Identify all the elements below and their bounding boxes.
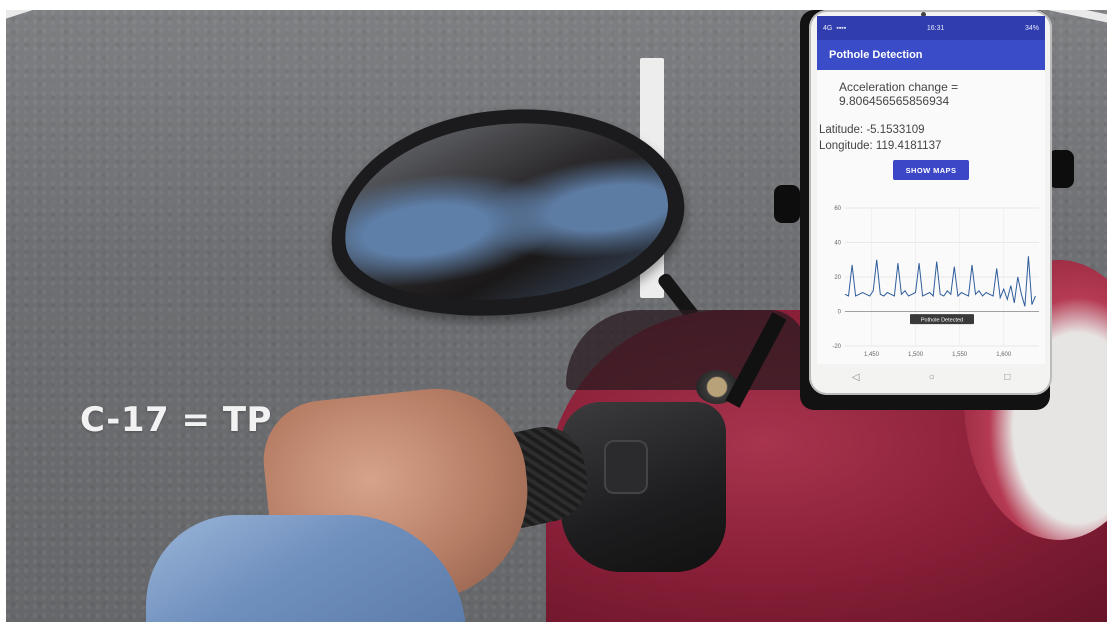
detection-caption: C-17 = TP (80, 400, 272, 440)
acceleration-readout: Acceleration change = 9.806456565856934 (839, 80, 1029, 108)
status-time: 16:31 (926, 24, 945, 32)
acceleration-label: Acceleration change = (839, 80, 959, 94)
smartphone: 4G ▪▪▪▪ 16:31 34% Pothole Detection Acce… (809, 10, 1052, 395)
recent-apps-icon[interactable]: □ (1004, 372, 1010, 383)
phone-screen: 4G ▪▪▪▪ 16:31 34% Pothole Detection Acce… (817, 16, 1045, 364)
y-tick-label: 20 (834, 275, 841, 281)
longitude-readout: Longitude: 119.4181137 (819, 140, 942, 152)
x-tick-label: 1,450 (864, 352, 880, 358)
acceleration-value: 9.806456565856934 (839, 94, 950, 108)
back-icon[interactable]: ◁ (852, 372, 860, 383)
battery-indicator: 34% (1024, 24, 1039, 32)
x-tick-label: 1,500 (908, 352, 924, 358)
android-nav-bar: ◁ ○ □ (817, 366, 1045, 388)
light-switch-button (604, 440, 648, 494)
signal-indicator: 4G (823, 24, 833, 32)
x-tick-label: 1,600 (996, 352, 1012, 358)
home-icon[interactable]: ○ (929, 372, 935, 383)
acceleration-series-line (844, 256, 1036, 307)
show-maps-button[interactable]: SHOW MAPS (893, 160, 969, 180)
y-tick-label: -20 (832, 344, 841, 350)
app-title: Pothole Detection (829, 49, 923, 61)
status-bar: 4G ▪▪▪▪ 16:31 34% (817, 16, 1045, 40)
x-tick-label: 1,550 (952, 352, 968, 358)
notification-icons: ▪▪▪▪ (836, 24, 847, 32)
acceleration-chart: 60 40 20 0 -20 1,450 1,500 1,550 1,600 Pothole De… (823, 202, 1043, 360)
chart-svg: 60 40 20 0 -20 1,450 1,500 1,550 1,600 Pothole De… (832, 206, 1039, 358)
y-tick-label: 60 (834, 206, 841, 212)
y-tick-label: 0 (838, 310, 842, 316)
app-bar: Pothole Detection (817, 40, 1045, 70)
holder-knob (774, 185, 800, 223)
pothole-detected-label: Pothole Detected (921, 318, 963, 324)
latitude-readout: Latitude: -5.1533109 (819, 124, 925, 136)
y-tick-label: 40 (834, 241, 841, 247)
